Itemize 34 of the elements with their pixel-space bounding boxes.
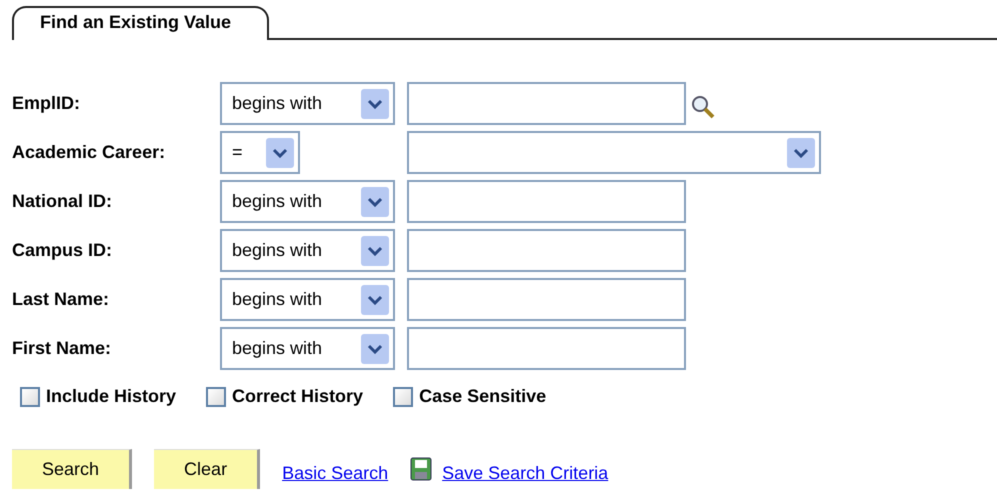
operator-dropdown[interactable]: begins with <box>220 327 395 370</box>
input-field[interactable] <box>407 229 686 272</box>
tab[interactable]: Find an Existing Value <box>12 6 270 40</box>
input-field[interactable] <box>407 82 686 125</box>
operator-dropdown[interactable]: begins with <box>220 229 395 272</box>
operator-dropdown[interactable]: begins with <box>220 82 395 125</box>
field-label: National ID: <box>12 191 114 212</box>
input-field[interactable] <box>407 327 686 370</box>
clear-button[interactable]: Clear <box>154 449 260 489</box>
field-label: First Name: <box>12 338 112 359</box>
checkbox-option[interactable]: Correct History <box>206 386 364 407</box>
operator-dropdown[interactable]: = <box>220 131 300 174</box>
link[interactable]: Save Search Criteria <box>442 462 608 484</box>
value-dropdown[interactable] <box>407 131 821 174</box>
dropdown-caret-icon <box>361 236 389 266</box>
field-label: EmplID: <box>12 93 82 114</box>
checkbox-option[interactable]: Include History <box>20 386 176 407</box>
operator-dropdown[interactable]: begins with <box>220 278 395 321</box>
field-label: Academic Career: <box>12 142 166 163</box>
dropdown-caret-icon <box>361 88 389 118</box>
dropdown-caret-icon <box>787 138 815 168</box>
operator-dropdown[interactable]: begins with <box>220 180 395 223</box>
search-icon[interactable] <box>690 94 716 120</box>
link[interactable]: Basic Search <box>282 462 388 484</box>
dropdown-caret-icon <box>361 186 389 216</box>
dropdown-caret-icon <box>361 284 389 314</box>
field-label: Campus ID: <box>12 240 114 261</box>
input-field[interactable] <box>407 180 686 223</box>
input-field[interactable] <box>407 278 686 321</box>
field-label: Last Name: <box>12 289 110 310</box>
checkbox-option[interactable]: Case Sensitive <box>393 386 546 407</box>
dropdown-caret-icon <box>266 138 294 168</box>
search-button[interactable]: Search <box>12 449 132 489</box>
dropdown-caret-icon <box>361 334 389 364</box>
